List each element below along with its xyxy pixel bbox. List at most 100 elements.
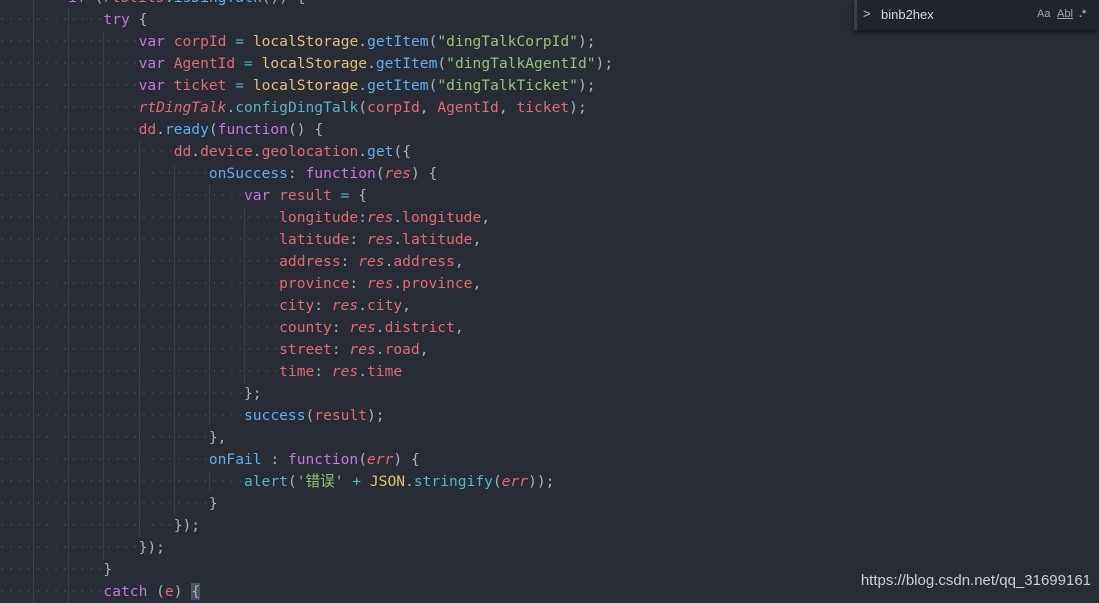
match-case-button[interactable]: Aa (1037, 8, 1050, 20)
indent-guide: ···· (68, 427, 104, 449)
code-token: function (287, 451, 359, 468)
indent-guide: ···· (68, 9, 104, 31)
code-token: } (208, 495, 218, 512)
code-token: () { (287, 121, 324, 138)
code-line[interactable]: ························onFail : functio… (0, 449, 613, 471)
code-token: . (358, 297, 368, 314)
code-token: res (349, 319, 376, 336)
code-token: . (191, 143, 201, 160)
code-line[interactable]: ················var ticket = localStorag… (0, 75, 613, 97)
indent-guide: ···· (68, 185, 104, 207)
code-token: }); (138, 539, 165, 556)
indent-guide: ···· (33, 427, 69, 449)
code-line[interactable]: ························}, (0, 427, 613, 449)
regex-button[interactable]: .* (1079, 8, 1086, 20)
code-token: . (393, 231, 403, 248)
indent-guide: ···· (138, 273, 175, 295)
indent-guide: ···· (243, 273, 280, 295)
indent-guide: ···· (208, 229, 245, 251)
code-token: isDingTalk (174, 0, 262, 6)
code-line[interactable]: ····················}); (0, 515, 613, 537)
code-line[interactable]: ············try { (0, 9, 613, 31)
indent-guide: ···· (33, 251, 69, 273)
code-line[interactable]: ················dd.ready(function() { (0, 119, 613, 141)
code-line[interactable]: ································province… (0, 273, 613, 295)
code-line[interactable]: ············catch (e) { (0, 581, 613, 603)
code-line[interactable]: ································latitude… (0, 229, 613, 251)
code-token: . (165, 0, 174, 6)
indent-guide: ···· (138, 405, 175, 427)
code-line[interactable]: ····························alert('错误' +… (0, 471, 613, 493)
code-line[interactable]: ································longitud… (0, 207, 613, 229)
code-line[interactable]: ················rtDingTalk.configDingTal… (0, 97, 613, 119)
indent-guide: ···· (33, 163, 69, 185)
indent-guide: ···· (0, 121, 34, 138)
code-line[interactable]: ········if (rtUtils.isDingTalk()) { (0, 0, 613, 9)
indent-guide: ···· (0, 495, 34, 512)
indent-guide: ···· (0, 385, 34, 402)
code-token: localStorage (252, 77, 359, 94)
indent-guide: ···· (0, 55, 34, 72)
code-line[interactable]: ································street: … (0, 339, 613, 361)
code-line[interactable]: ····························var result =… (0, 185, 613, 207)
code-line[interactable]: ································county: … (0, 317, 613, 339)
code-token: configDingTalk (235, 99, 359, 116)
code-line[interactable]: ························} (0, 493, 613, 515)
indent-guide: ···· (33, 339, 69, 361)
code-line[interactable]: ····························}; (0, 383, 613, 405)
code-token: , (419, 341, 429, 358)
code-token: ); (367, 407, 385, 424)
code-line[interactable]: ····················dd.device.geolocatio… (0, 141, 613, 163)
code-editor[interactable]: ········if (rtUtils.isDingTalk()) {·····… (0, 0, 613, 603)
indent-guide: ···· (68, 515, 104, 537)
code-token: ); (595, 55, 614, 72)
indent-guide: ···· (138, 515, 175, 537)
indent-guide: ···· (103, 229, 140, 251)
code-line[interactable]: ································time: re… (0, 361, 613, 383)
indent-guide: ···· (208, 361, 245, 383)
code-token: time (367, 363, 403, 380)
indent-guide: ···· (68, 383, 104, 405)
find-input[interactable]: binb2hex (881, 7, 934, 22)
code-token: . (252, 143, 262, 160)
indent-guide: ···· (173, 273, 210, 295)
code-token: = (235, 77, 245, 94)
code-token: : (314, 363, 332, 380)
code-token: province (402, 275, 473, 292)
whole-word-button[interactable]: Abl (1057, 8, 1073, 20)
indent-guide: ···· (0, 275, 34, 292)
indent-guide: ···· (103, 75, 140, 97)
code-line[interactable]: ················var corpId = localStorag… (0, 31, 613, 53)
code-line[interactable]: ························onSuccess: funct… (0, 163, 613, 185)
indent-guide: ···· (103, 119, 140, 141)
indent-guide: ···· (173, 361, 210, 383)
indent-guide: ···· (0, 11, 34, 28)
code-token: , (454, 253, 464, 270)
indent-guide: ···· (208, 405, 245, 427)
code-token: . (358, 363, 368, 380)
toggle-replace-chevron-icon[interactable]: > (863, 6, 871, 21)
code-token: + (352, 473, 362, 490)
indent-guide: ···· (138, 471, 175, 493)
indent-guide: ···· (33, 449, 69, 471)
code-token: dd (173, 143, 192, 160)
code-token: AgentId (173, 55, 236, 72)
code-line[interactable]: ················var AgentId = localStora… (0, 53, 613, 75)
code-line[interactable]: ································city: re… (0, 295, 613, 317)
indent-guide: ···· (68, 493, 104, 515)
code-line[interactable]: ············} (0, 559, 613, 581)
indent-guide: ···· (173, 405, 210, 427)
indent-guide: ···· (208, 273, 245, 295)
code-token: : (331, 341, 350, 358)
code-token: ( (208, 121, 218, 138)
indent-guide: ···· (138, 449, 175, 471)
code-line[interactable]: ····························success(resu… (0, 405, 613, 427)
code-line[interactable]: ················}); (0, 537, 613, 559)
indent-guide: ···· (0, 363, 34, 380)
code-token: e (164, 583, 174, 600)
code-token: getItem (367, 33, 429, 50)
indent-guide: ···· (0, 209, 34, 226)
code-line[interactable]: ································address:… (0, 251, 613, 273)
